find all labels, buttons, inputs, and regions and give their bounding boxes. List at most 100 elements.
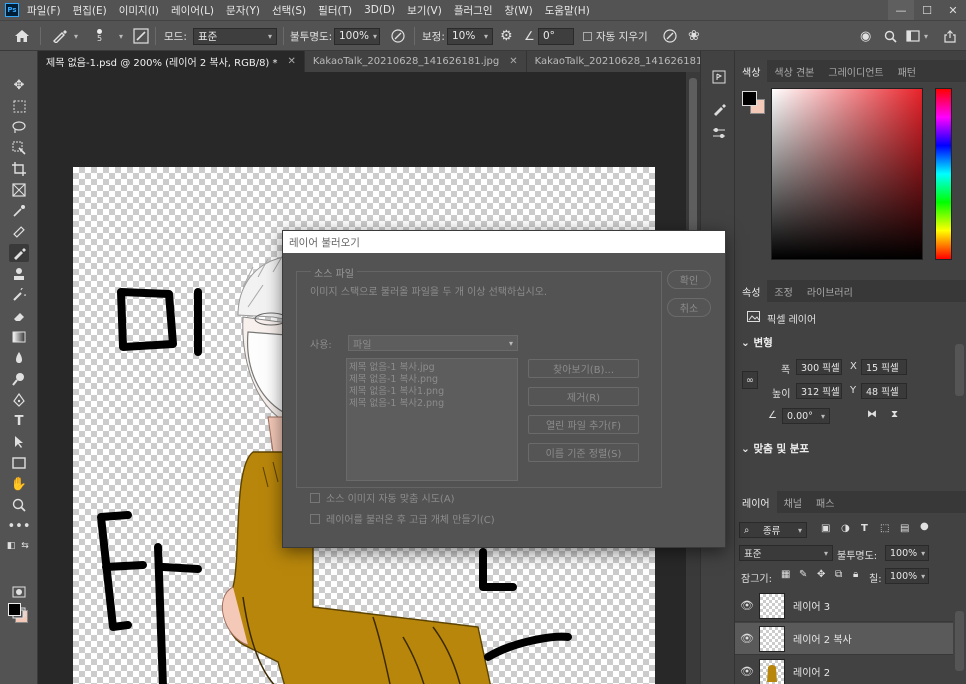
y-input[interactable]: 48 픽셀 <box>861 383 907 399</box>
tab-libraries[interactable]: 라이브러리 <box>800 280 860 302</box>
menu-file[interactable]: 파일(F) <box>27 3 61 18</box>
zoom-tool-icon[interactable] <box>9 496 29 514</box>
link-icon[interactable]: ∞ <box>742 371 758 389</box>
dialog-title[interactable]: 레이어 불러오기 <box>283 231 725 253</box>
healing-brush-tool-icon[interactable] <box>9 223 29 241</box>
eye-icon[interactable]: 👁︎ <box>735 665 759 678</box>
tab-patterns[interactable]: 패턴 <box>891 60 923 82</box>
tab-paths[interactable]: 패스 <box>809 491 841 513</box>
lock-all-icon[interactable]: 🔒︎ <box>853 569 858 580</box>
layer-opacity-input[interactable]: 100% ▾ <box>885 545 929 561</box>
opacity-input[interactable]: 100% ▾ <box>334 27 380 45</box>
tab-gradients[interactable]: 그레이디언트 <box>821 60 890 82</box>
close-icon[interactable]: ✕ <box>288 56 296 67</box>
filter-smart-object-icon[interactable]: ▤ <box>900 523 909 534</box>
menu-help[interactable]: 도움말(H) <box>545 3 590 18</box>
blend-mode-select[interactable]: 표준 ▾ <box>739 545 833 561</box>
close-button[interactable]: ✕ <box>940 0 966 20</box>
tab-color[interactable]: 색상 <box>735 60 768 82</box>
eye-icon[interactable]: 👁︎ <box>735 632 759 645</box>
pressure-size-icon[interactable] <box>662 27 678 45</box>
add-open-files-button[interactable]: 열린 파일 추가(F) <box>528 415 639 434</box>
width-input[interactable]: 300 픽셀 <box>796 359 842 375</box>
path-selection-tool-icon[interactable] <box>9 433 29 451</box>
filter-toggle-icon[interactable]: ● <box>920 521 929 532</box>
list-item[interactable]: 제목 없음-1 복사.png <box>349 374 517 386</box>
hue-slider[interactable] <box>935 88 952 260</box>
blur-tool-icon[interactable] <box>9 349 29 367</box>
tab-adjustments[interactable]: 조정 <box>767 280 799 302</box>
dodge-tool-icon[interactable] <box>9 370 29 388</box>
pen-tool-icon[interactable] <box>9 391 29 409</box>
brush-size-picker[interactable]: 5 <box>97 24 102 48</box>
layer-row[interactable]: 👁︎ 레이어 2 <box>735 656 953 684</box>
eye-icon[interactable]: 👁︎ <box>735 599 759 612</box>
brush-tool-icon[interactable] <box>9 244 29 262</box>
filter-adjustment-icon[interactable]: ◑ <box>841 523 850 534</box>
menu-select[interactable]: 선택(S) <box>272 3 306 18</box>
menu-edit[interactable]: 편집(E) <box>73 3 107 18</box>
minimize-button[interactable]: — <box>888 0 914 20</box>
move-tool-icon[interactable]: ✥ <box>9 76 29 94</box>
search-icon[interactable] <box>884 27 897 45</box>
layer-row[interactable]: 👁︎ 레이어 3 <box>735 590 953 622</box>
lock-pixels-icon[interactable]: ✎ <box>799 569 807 580</box>
layer-row-selected[interactable]: 👁︎ 레이어 2 복사 <box>735 623 953 655</box>
tab-channels[interactable]: 채널 <box>777 491 809 513</box>
menu-filter[interactable]: 필터(T) <box>318 3 352 18</box>
x-input[interactable]: 15 픽셀 <box>861 359 907 375</box>
foreground-color-swatch[interactable] <box>8 603 21 616</box>
brush-tool-preset-icon[interactable]: ▾ <box>52 27 78 45</box>
file-list[interactable]: 제목 없음-1 복사.jpg 제목 없음-1 복사.png 제목 없음-1 복사… <box>346 358 518 481</box>
fill-input[interactable]: 100% ▾ <box>885 568 929 584</box>
rotation-input[interactable]: 0.00° ▾ <box>782 408 830 424</box>
clone-stamp-tool-icon[interactable] <box>9 265 29 283</box>
layer-filter-select[interactable]: ⌕ 종류 ▾ <box>739 522 807 538</box>
menu-window[interactable]: 창(W) <box>504 3 532 18</box>
brush-settings-panel-icon[interactable] <box>710 101 728 117</box>
frame-tool-icon[interactable] <box>9 181 29 199</box>
marquee-tool-icon[interactable] <box>9 97 29 115</box>
properties-scrollbar[interactable] <box>955 344 964 396</box>
filter-shape-icon[interactable]: ⬚ <box>880 523 889 534</box>
share-icon[interactable] <box>944 27 956 45</box>
brush-settings-icon[interactable] <box>133 27 149 45</box>
gradient-tool-icon[interactable] <box>9 328 29 346</box>
rectangle-tool-icon[interactable] <box>9 454 29 472</box>
type-tool-icon[interactable]: T <box>9 412 29 430</box>
list-item[interactable]: 제목 없음-1 복사1.png <box>349 386 517 398</box>
crop-tool-icon[interactable] <box>9 160 29 178</box>
default-colors-icon[interactable]: ◧ <box>4 537 18 555</box>
filter-pixel-icon[interactable]: ▣ <box>821 523 830 534</box>
foreground-color-swatch[interactable] <box>742 91 757 106</box>
edit-toolbar-icon[interactable]: ••• <box>8 517 31 535</box>
auto-align-checkbox[interactable]: 소스 이미지 자동 맞춤 시도(A) <box>310 490 455 505</box>
tab-document[interactable]: KakaoTalk_20210628_141626181.jpg ✕ <box>305 51 527 72</box>
flip-vertical-icon[interactable]: ⧗ <box>891 409 898 420</box>
tab-properties[interactable]: 속성 <box>735 280 768 302</box>
hand-tool-icon[interactable]: ✋ <box>9 475 29 493</box>
remove-button[interactable]: 제거(R) <box>528 387 639 406</box>
gear-icon[interactable]: ⚙ <box>500 27 513 45</box>
use-select[interactable]: 파일 ▾ <box>348 335 518 351</box>
home-icon[interactable] <box>14 27 30 45</box>
menu-plugins[interactable]: 플러그인 <box>454 3 493 18</box>
smoothing-input[interactable]: 10% ▾ <box>447 27 493 45</box>
auto-erase-checkbox[interactable]: 자동 지우기 <box>583 27 648 45</box>
filter-type-icon[interactable]: T <box>861 523 868 534</box>
ok-button[interactable]: 확인 <box>667 270 711 289</box>
history-panel-icon[interactable] <box>710 69 728 85</box>
close-icon[interactable]: ✕ <box>509 56 517 67</box>
eyedropper-tool-icon[interactable] <box>9 202 29 220</box>
object-selection-tool-icon[interactable] <box>9 139 29 157</box>
lasso-tool-icon[interactable] <box>9 118 29 136</box>
color-picker-field[interactable] <box>771 88 923 260</box>
swap-colors-icon[interactable]: ⇆ <box>18 537 32 555</box>
menu-type[interactable]: 문자(Y) <box>226 3 260 18</box>
menu-image[interactable]: 이미지(I) <box>119 3 159 18</box>
list-item[interactable]: 제목 없음-1 복사.jpg <box>349 362 517 374</box>
pressure-opacity-icon[interactable] <box>390 27 406 45</box>
mode-select[interactable]: 표준 ▾ <box>193 27 277 45</box>
quick-mask-icon[interactable] <box>9 583 29 601</box>
workspace-icon[interactable]: ▾ <box>906 27 928 45</box>
